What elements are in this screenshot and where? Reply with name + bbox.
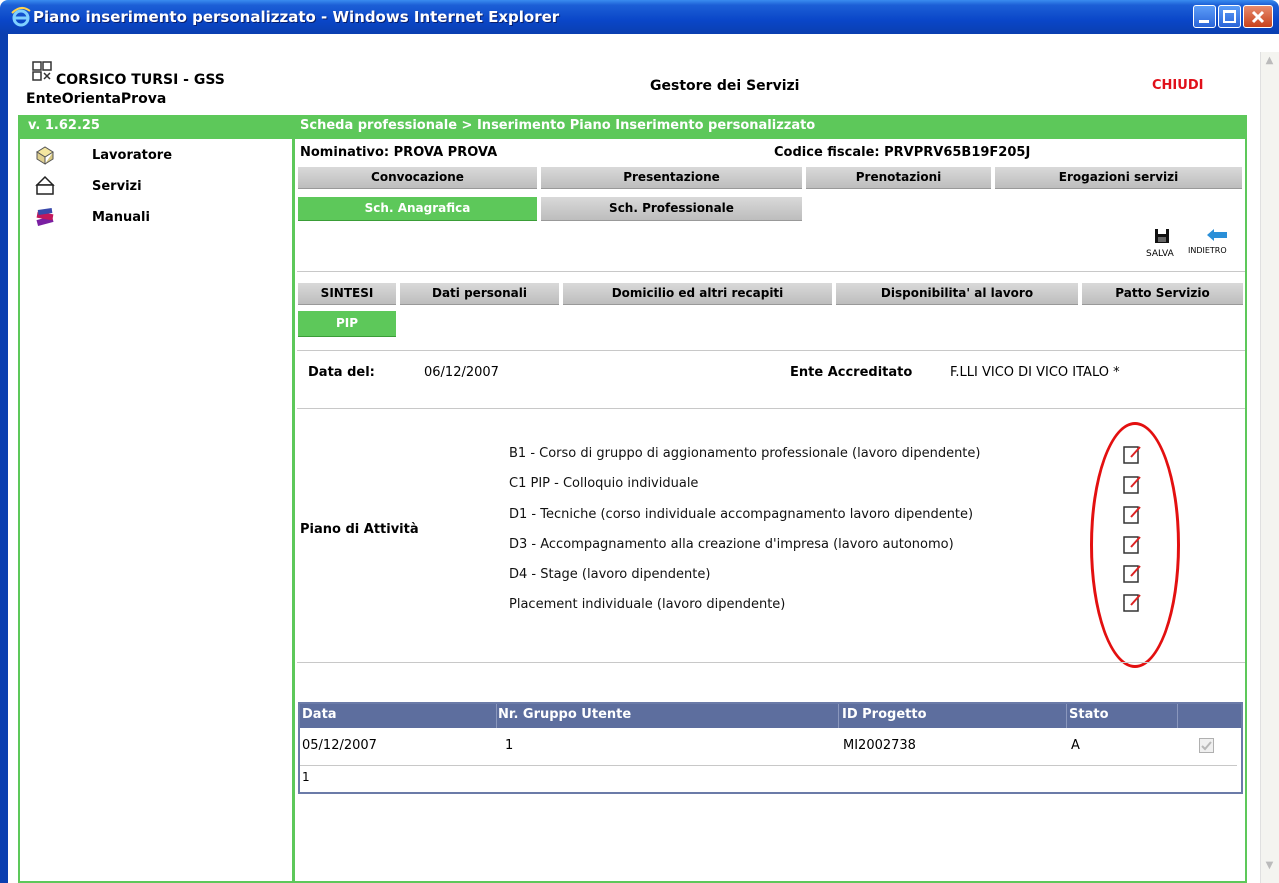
- nominativo-label: Nominativo:: [300, 145, 390, 160]
- activity-item: Placement individuale (lavoro dipendente…: [509, 597, 786, 612]
- version-label: v. 1.62.25: [28, 118, 100, 133]
- vertical-scrollbar[interactable]: [1260, 52, 1279, 883]
- divider: [297, 350, 1245, 351]
- chiudi-button[interactable]: CHIUDI: [1152, 78, 1203, 93]
- sidebar-item-lavoratore[interactable]: Lavoratore: [34, 141, 172, 169]
- tab-pip[interactable]: PIP: [298, 311, 396, 337]
- sidebar-item-manuali[interactable]: Manuali: [34, 203, 150, 231]
- divider: [297, 408, 1245, 409]
- tab-dati-personali[interactable]: Dati personali: [400, 283, 559, 305]
- back-button[interactable]: INDIETRO: [1188, 246, 1227, 255]
- brand-name: CORSICO TURSI - GSS: [56, 72, 225, 88]
- ente-value: F.LLI VICO DI VICO ITALO *: [950, 365, 1120, 380]
- column-header-data[interactable]: Data: [302, 707, 337, 722]
- row-divider: [300, 765, 1237, 766]
- codice-fiscale-label: Codice fiscale:: [774, 145, 880, 160]
- tab-presentazione[interactable]: Presentazione: [541, 167, 802, 189]
- column-header-gruppo[interactable]: Nr. Gruppo Utente: [498, 707, 631, 722]
- row-checkbox[interactable]: [1199, 738, 1214, 753]
- tab-sintesi[interactable]: SINTESI: [298, 283, 396, 305]
- sidebar-item-servizi[interactable]: Servizi: [34, 172, 142, 200]
- table-cell-data: 05/12/2007: [302, 738, 377, 753]
- scroll-up-arrow-icon[interactable]: ▲: [1262, 55, 1277, 73]
- sidebar-item-label: Servizi: [92, 178, 142, 194]
- activity-item: D3 - Accompagnamento alla creazione d'im…: [509, 537, 954, 552]
- tab-disponibilita[interactable]: Disponibilita' al lavoro: [836, 283, 1078, 305]
- tab-patto-servizio[interactable]: Patto Servizio: [1082, 283, 1243, 305]
- codice-fiscale: Codice fiscale: PRVPRV65B19F205J: [774, 145, 1030, 160]
- annotation-ellipse: [1090, 422, 1180, 668]
- divider: [297, 271, 1245, 272]
- breadcrumb: Scheda professionale > Inserimento Piano…: [300, 118, 816, 133]
- activity-item: C1 PIP - Colloquio individuale: [509, 476, 699, 491]
- close-window-button[interactable]: [1243, 5, 1273, 28]
- sidebar-item-label: Manuali: [92, 209, 150, 225]
- sidebar-item-label: Lavoratore: [92, 147, 173, 163]
- pager[interactable]: 1: [302, 770, 310, 784]
- table-cell-gruppo: 1: [505, 738, 514, 753]
- tab-prenotazioni[interactable]: Prenotazioni: [806, 167, 991, 189]
- internet-explorer-icon: [11, 7, 31, 27]
- tab-convocazione[interactable]: Convocazione: [298, 167, 537, 189]
- activity-item: D4 - Stage (lavoro dipendente): [509, 567, 711, 582]
- nominativo-value: PROVA PROVA: [393, 145, 498, 160]
- data-label: Data del:: [308, 365, 375, 380]
- column-divider: [1177, 704, 1178, 728]
- checkmark-icon: [1201, 741, 1212, 751]
- tab-sch-professionale[interactable]: Sch. Professionale: [541, 197, 802, 221]
- column-header-stato[interactable]: Stato: [1069, 707, 1109, 722]
- table-cell-progetto: MI2002738: [843, 738, 916, 753]
- codice-fiscale-value: PRVPRV65B19F205J: [884, 145, 1031, 160]
- save-icon[interactable]: [1154, 228, 1170, 244]
- nominativo: Nominativo: PROVA PROVA: [300, 145, 497, 160]
- window-title: Piano inserimento personalizzato - Windo…: [33, 8, 560, 26]
- activity-item: B1 - Corso di gruppo di aggionamento pro…: [509, 446, 981, 461]
- piano-label: Piano di Attività: [300, 522, 419, 537]
- ente-label: Ente Accreditato: [790, 365, 913, 380]
- tab-erogazioni-servizi[interactable]: Erogazioni servizi: [995, 167, 1242, 189]
- column-divider: [838, 704, 839, 728]
- maximize-button[interactable]: [1218, 5, 1241, 28]
- organization-logo-icon: [32, 61, 52, 81]
- tab-domicilio[interactable]: Domicilio ed altri recapiti: [563, 283, 832, 305]
- page-title: Gestore dei Servizi: [650, 78, 800, 94]
- tab-sch-anagrafica[interactable]: Sch. Anagrafica: [298, 197, 537, 221]
- divider: [297, 662, 1245, 663]
- column-divider: [1066, 704, 1067, 728]
- services-icon: [35, 175, 55, 195]
- column-header-progetto[interactable]: ID Progetto: [842, 707, 927, 722]
- minimize-button[interactable]: [1193, 5, 1216, 28]
- activity-item: D1 - Tecniche (corso individuale accompa…: [509, 507, 974, 522]
- close-icon: [1251, 10, 1265, 24]
- brand-subtitle: EnteOrientaProva: [26, 91, 167, 107]
- back-arrow-icon[interactable]: [1206, 228, 1228, 242]
- save-button[interactable]: SALVA: [1146, 249, 1174, 259]
- worker-icon: [36, 146, 54, 165]
- scroll-down-arrow-icon[interactable]: ▼: [1262, 860, 1277, 878]
- column-divider: [496, 704, 497, 728]
- data-value: 06/12/2007: [424, 365, 499, 380]
- sidebar-divider: [292, 139, 295, 883]
- manuals-icon: [36, 208, 54, 226]
- table-cell-stato: A: [1071, 738, 1080, 753]
- window-frame: [0, 34, 8, 883]
